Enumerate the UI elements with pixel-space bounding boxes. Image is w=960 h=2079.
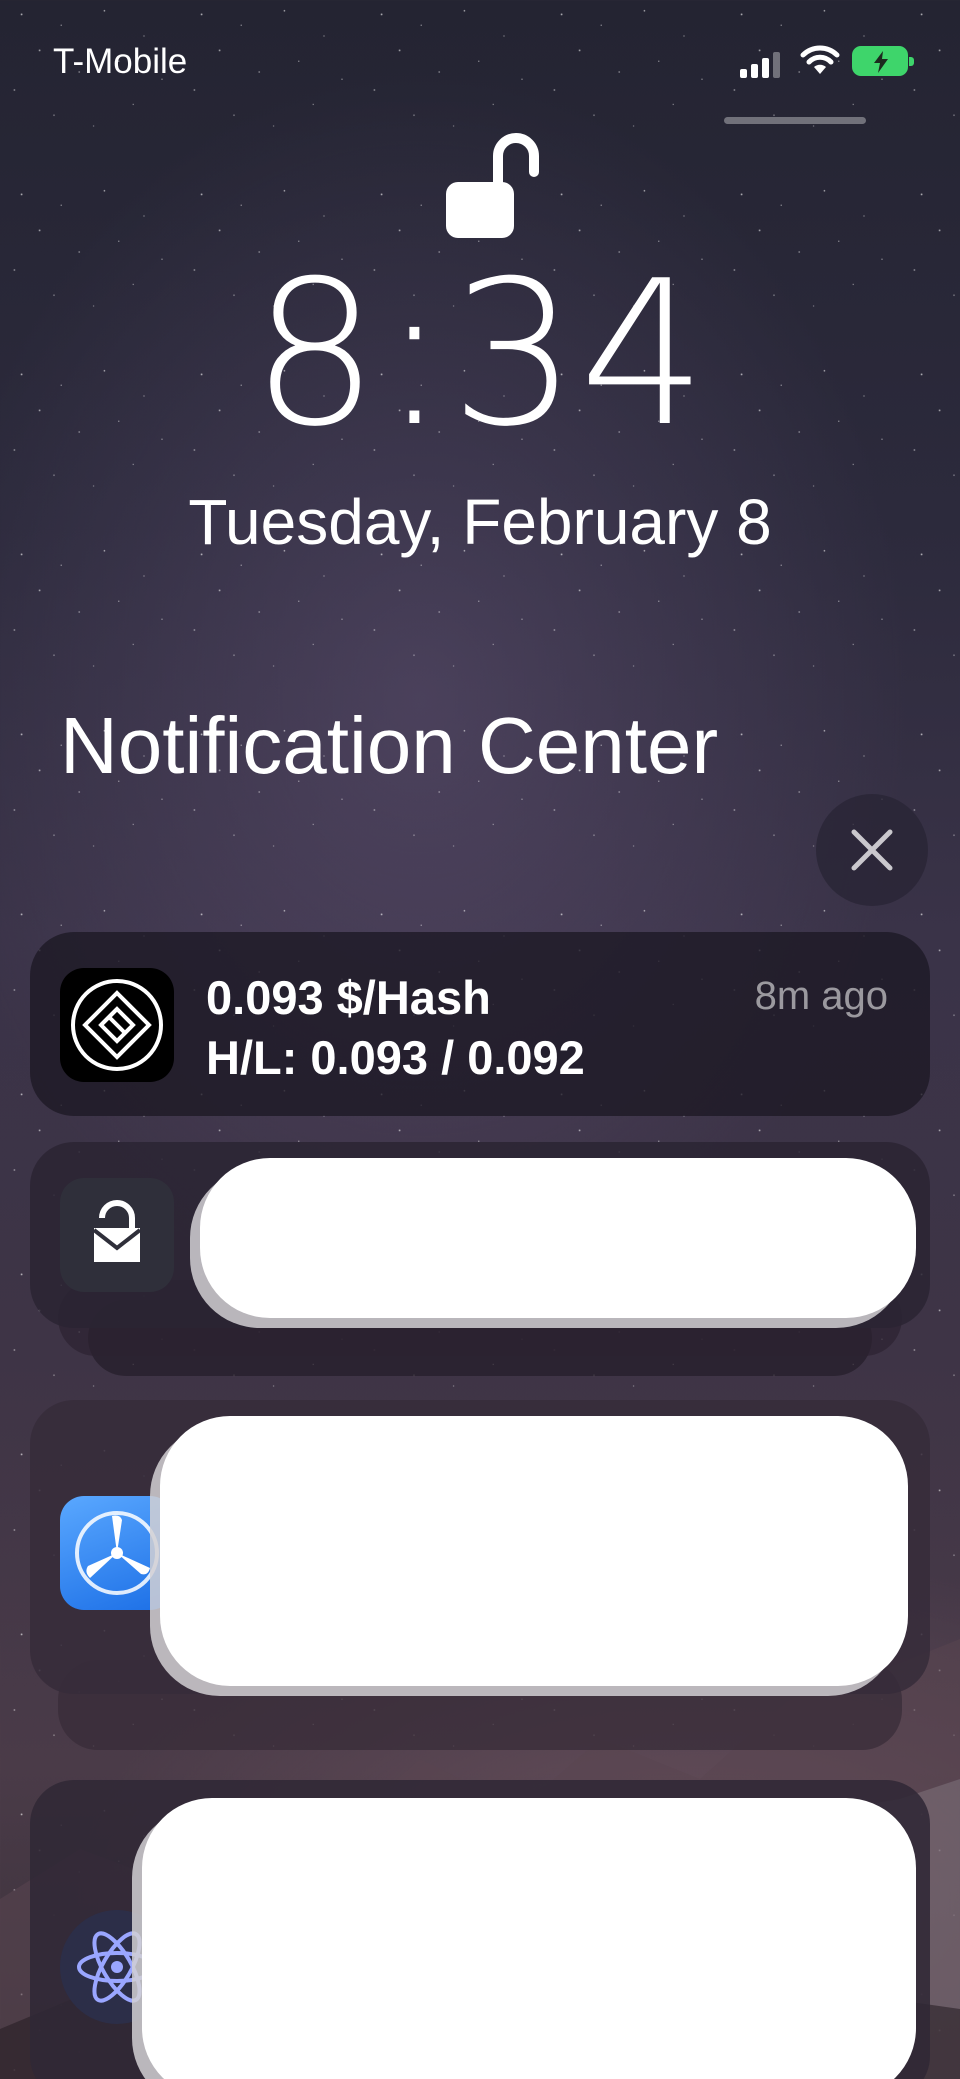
notification-body: H/L: 0.093 / 0.092 xyxy=(206,1031,585,1084)
control-center-grabber[interactable] xyxy=(724,117,866,124)
notification-center-title: Notification Center xyxy=(60,701,719,790)
redacted-content xyxy=(142,1798,916,2079)
notification-hash-price[interactable]: 0.093 $/Hash H/L: 0.093 / 0.092 8m ago xyxy=(30,932,930,1116)
battery-charging-icon xyxy=(852,46,914,76)
redacted-content xyxy=(160,1416,908,1686)
lock-screen-date: Tuesday, February 8 xyxy=(188,486,772,558)
notification-title: 0.093 $/Hash xyxy=(206,971,491,1024)
close-icon xyxy=(851,829,893,871)
lock-screen-time: 8:34 xyxy=(251,238,709,471)
carrier-label: T-Mobile xyxy=(53,42,188,81)
notification-timestamp: 8m ago xyxy=(754,974,888,1018)
notification-atom[interactable] xyxy=(30,1780,930,2079)
status-bar: T-Mobile xyxy=(0,0,960,124)
unlocked-padlock-icon xyxy=(446,133,539,238)
fan-app-icon xyxy=(60,1496,174,1610)
redacted-content xyxy=(200,1158,916,1318)
notification-mail-stack[interactable] xyxy=(30,1142,930,1328)
clear-notifications-button[interactable] xyxy=(816,794,928,906)
signal-bars-icon xyxy=(740,50,782,78)
hash-app-icon xyxy=(60,968,174,1082)
wifi-icon xyxy=(800,45,840,74)
mail-lock-app-icon xyxy=(60,1178,174,1292)
notification-fan-stack[interactable] xyxy=(30,1400,930,1694)
